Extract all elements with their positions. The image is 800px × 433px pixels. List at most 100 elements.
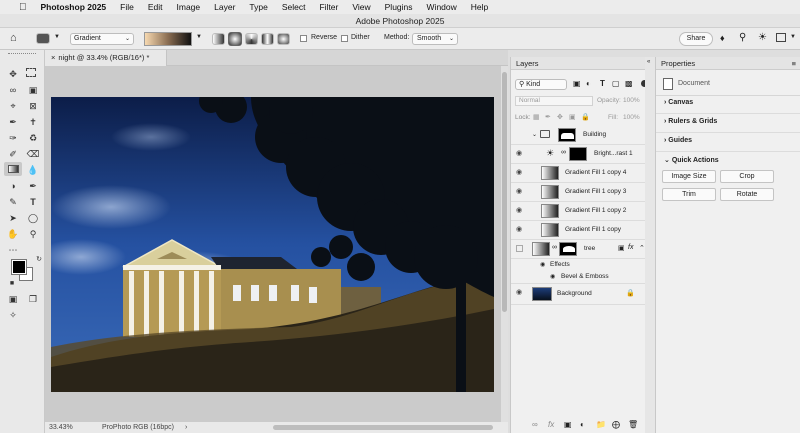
edit-toolbar-icon[interactable]: ✧ — [6, 309, 20, 321]
toolbox-grip[interactable] — [8, 53, 36, 56]
layer-name[interactable]: Gradient Fill 1 copy 4 — [565, 169, 626, 176]
path-select-tool-icon[interactable]: ➤ — [6, 212, 20, 224]
fill-value[interactable]: 100% — [623, 114, 640, 121]
close-icon[interactable]: × — [51, 53, 55, 62]
link-icon[interactable]: ∞ — [552, 244, 557, 251]
properties-tab[interactable]: Properties ≡ — [656, 57, 800, 70]
lock-all-icon[interactable]: 🔒 — [581, 113, 590, 121]
dodge-tool-icon[interactable]: ◑ — [6, 180, 20, 192]
new-adjustment-icon[interactable]: ◐ — [580, 420, 585, 429]
menu-view[interactable]: View — [345, 2, 377, 12]
blur-tool-icon[interactable]: 💧 — [26, 164, 40, 176]
lock-transparent-icon[interactable]: ▦ — [533, 113, 540, 121]
object-select-tool-icon[interactable]: ▣ — [26, 84, 40, 96]
pen-curvature-tool-icon[interactable]: ✎ — [6, 196, 20, 208]
ellipse-tool-icon[interactable]: ◯ — [26, 212, 40, 224]
eyedropper-tool-icon[interactable]: ✒ — [6, 116, 20, 128]
lock-brush-icon[interactable]: ✒ — [545, 113, 551, 121]
eye-icon[interactable]: ◉ — [516, 169, 525, 177]
type-tool-icon[interactable]: T — [26, 196, 40, 208]
vertical-scrollbar[interactable] — [501, 66, 508, 422]
search-icon[interactable]: ⚲ — [739, 32, 746, 43]
add-mask-icon[interactable]: ▣ — [564, 420, 572, 429]
layer-name[interactable]: Gradient Fill 1 copy — [565, 226, 621, 233]
layer-name[interactable]: Background — [557, 290, 592, 297]
new-layer-icon[interactable]: ⨁ — [612, 420, 620, 429]
horizontal-scrollbar[interactable] — [273, 425, 493, 430]
eraser-tool-icon[interactable]: ⌫ — [26, 148, 40, 160]
zoom-level[interactable]: 33.43% — [49, 422, 73, 433]
hand-tool-icon[interactable]: ✋ — [6, 228, 20, 240]
layer-mask-thumbnail[interactable] — [559, 242, 577, 256]
layer-effects-row[interactable]: ◉ Effects — [511, 259, 653, 271]
history-brush-tool-icon[interactable]: ✐ — [6, 148, 20, 160]
chevron-right-icon[interactable]: › — [185, 422, 187, 433]
kind-filter-select[interactable]: ⚲ Kind — [515, 79, 567, 90]
layer-thumbnail[interactable] — [541, 204, 559, 218]
reverse-checkbox[interactable] — [300, 35, 307, 42]
fx-icon[interactable]: fx — [628, 244, 633, 251]
menu-type[interactable]: Type — [242, 2, 274, 12]
menu-app[interactable]: Photoshop 2025 — [34, 2, 114, 12]
linear-gradient-button[interactable] — [212, 33, 225, 45]
brush-tool-icon[interactable]: ✑ — [6, 132, 20, 144]
gradient-swatch[interactable] — [144, 32, 192, 46]
tool-preset-picker[interactable] — [36, 33, 50, 44]
dither-checkbox[interactable] — [341, 35, 348, 42]
layer-gradient-fill-copy-2[interactable]: ◉ Gradient Fill 1 copy 2 — [511, 202, 653, 221]
layer-gradient-fill-copy-3[interactable]: ◉ Gradient Fill 1 copy 3 — [511, 183, 653, 202]
panel-menu-icon[interactable]: ≡ — [792, 57, 796, 70]
home-icon[interactable]: ⌂ — [10, 32, 17, 44]
chevron-down-icon[interactable]: ⌄ — [532, 131, 537, 138]
filter-type-icon[interactable]: T — [600, 79, 605, 88]
reflected-gradient-button[interactable] — [261, 33, 274, 45]
bell-icon[interactable]: ♦ — [720, 33, 725, 43]
radial-gradient-button[interactable] — [228, 32, 242, 46]
more-tools-icon[interactable]: ⋯ — [6, 244, 20, 256]
canvas-area[interactable] — [45, 66, 501, 422]
eye-icon[interactable]: ◉ — [516, 226, 525, 234]
menu-edit[interactable]: Edit — [141, 2, 170, 12]
eye-icon[interactable]: ◉ — [516, 150, 525, 158]
share-button[interactable]: Share — [679, 32, 713, 46]
layer-brightness-contrast[interactable]: ◉ ☀ ∞ Bright...rast 1 — [511, 145, 653, 164]
layer-name[interactable]: Gradient Fill 1 copy 3 — [565, 188, 626, 195]
layer-name[interactable]: Gradient Fill 1 copy 2 — [565, 207, 626, 214]
effects-eye-icon[interactable]: ◉ — [540, 261, 545, 268]
link-icon[interactable]: ∞ — [561, 149, 566, 156]
layer-name[interactable]: Building — [583, 131, 606, 138]
layer-thumbnail[interactable] — [541, 185, 559, 199]
layer-mask-thumbnail[interactable] — [569, 147, 587, 161]
layer-background[interactable]: ◉ Background 🔒 — [511, 284, 653, 305]
section-quick-actions[interactable]: ⌄ Quick Actions — [664, 156, 719, 164]
filter-smart-object-icon[interactable]: ▩ — [625, 79, 633, 88]
frame-tool-icon[interactable]: ⊠ — [26, 100, 40, 112]
filter-shape-icon[interactable]: ▢ — [612, 79, 620, 88]
method-select[interactable]: Smooth ⌄ — [412, 33, 458, 45]
quick-mask-icon[interactable]: ▣ — [6, 293, 20, 305]
foreground-color-swatch[interactable] — [11, 259, 27, 275]
link-layers-icon[interactable]: ∞ — [532, 420, 538, 429]
menu-filter[interactable]: Filter — [312, 2, 345, 12]
layer-name[interactable]: tree — [584, 245, 595, 252]
filter-pixel-icon[interactable]: ▣ — [573, 79, 581, 88]
rotate-button[interactable]: Rotate — [720, 188, 774, 201]
menu-select[interactable]: Select — [275, 2, 313, 12]
angle-gradient-button[interactable] — [245, 33, 258, 45]
healing-brush-tool-icon[interactable]: ✝ — [26, 116, 40, 128]
filter-adjustment-icon[interactable]: ◐ — [586, 79, 591, 88]
layer-mask-thumbnail[interactable] — [558, 128, 576, 142]
workspace-icon[interactable] — [776, 33, 786, 42]
menu-layer[interactable]: Layer — [207, 2, 242, 12]
trim-button[interactable]: Trim — [662, 188, 716, 201]
layer-group-building[interactable]: ⌄ Building — [511, 126, 653, 145]
diamond-gradient-button[interactable] — [277, 33, 290, 45]
visibility-toggle-empty[interactable] — [516, 245, 523, 252]
lock-move-icon[interactable]: ✥ — [557, 113, 563, 121]
effect-eye-icon[interactable]: ◉ — [550, 273, 555, 280]
chevron-up-icon[interactable]: ⌃ — [639, 244, 645, 252]
lightbulb-icon[interactable]: ☀ — [758, 32, 767, 43]
lock-artboard-icon[interactable]: ▣ — [569, 113, 576, 121]
eye-icon[interactable]: ◉ — [516, 188, 525, 196]
zoom-tool-icon[interactable]: ⚲ — [26, 228, 40, 240]
